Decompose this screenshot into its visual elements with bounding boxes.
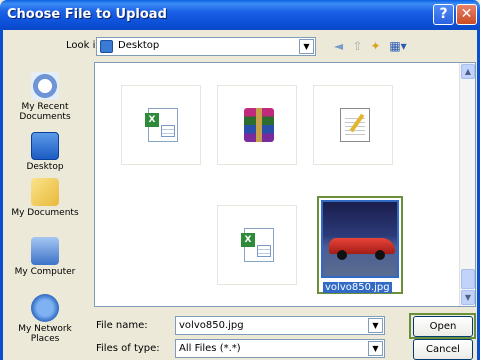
my-documents-icon — [31, 178, 59, 206]
network-places-icon — [31, 294, 59, 322]
open-button[interactable]: Open — [413, 316, 473, 337]
help-button[interactable]: ? — [433, 4, 454, 25]
chevron-down-icon[interactable]: ▼ — [368, 341, 383, 356]
recent-documents-icon — [31, 72, 59, 100]
place-my-computer[interactable]: My Computer — [6, 237, 84, 277]
file-item[interactable] — [313, 85, 393, 165]
place-label: My Recent Documents — [19, 102, 71, 122]
file-name-field[interactable]: volvo850.jpg ▼ — [175, 316, 385, 335]
place-my-network-places[interactable]: My Network Places — [6, 294, 84, 344]
place-label: My Network Places — [18, 324, 72, 344]
place-my-recent-documents[interactable]: My Recent Documents — [6, 72, 84, 122]
close-button[interactable]: ✕ — [456, 4, 477, 25]
place-label: My Documents — [11, 208, 79, 218]
file-item[interactable]: X — [217, 205, 297, 285]
window-title: Choose File to Upload — [7, 7, 167, 22]
file-type-label: Files of type: — [96, 343, 160, 354]
desktop-folder-icon — [100, 40, 113, 53]
place-desktop[interactable]: Desktop — [6, 132, 84, 172]
file-name-value: volvo850.jpg — [179, 320, 244, 331]
file-name-label: File name: — [96, 320, 148, 331]
scroll-thumb[interactable] — [461, 269, 475, 289]
place-my-documents[interactable]: My Documents — [6, 178, 84, 218]
back-icon[interactable]: ◄ — [330, 38, 347, 55]
up-folder-icon[interactable]: ⇧ — [349, 38, 366, 55]
scroll-up-icon[interactable]: ▲ — [461, 64, 475, 79]
place-label: Desktop — [26, 162, 64, 172]
file-item-selected[interactable]: volvo850.jpg — [317, 196, 403, 294]
vertical-scrollbar[interactable]: ▲ ▼ — [459, 63, 475, 306]
views-menu-icon[interactable]: ▦▾ — [387, 38, 409, 55]
notepad-text-file-icon — [340, 108, 370, 142]
my-computer-icon — [31, 237, 59, 265]
scroll-down-icon[interactable]: ▼ — [461, 290, 475, 305]
chevron-down-icon[interactable]: ▼ — [299, 39, 314, 54]
file-item[interactable]: X — [121, 85, 201, 165]
file-type-value: All Files (*.*) — [179, 343, 241, 354]
places-bar: My Recent Documents Desktop My Documents… — [6, 62, 84, 352]
place-label: My Computer — [14, 267, 76, 277]
excel-file-icon: X — [241, 228, 274, 262]
jpeg-image-thumbnail — [321, 200, 399, 278]
title-bar[interactable]: Choose File to Upload ? ✕ — [0, 0, 480, 30]
chevron-down-icon[interactable]: ▼ — [368, 318, 383, 333]
file-name-caption: volvo850.jpg — [323, 282, 392, 293]
desktop-icon — [31, 132, 59, 160]
new-folder-icon[interactable]: ✦ — [367, 38, 384, 55]
file-type-dropdown[interactable]: All Files (*.*) ▼ — [175, 339, 385, 358]
look-in-value: Desktop — [118, 40, 160, 51]
file-list[interactable]: X X volvo850.jpg ▲ ▼ — [94, 62, 476, 307]
excel-file-icon: X — [145, 108, 178, 142]
winrar-archive-icon — [244, 108, 274, 142]
look-in-dropdown[interactable]: Desktop ▼ — [96, 37, 316, 56]
cancel-button[interactable]: Cancel — [413, 339, 473, 360]
file-item[interactable] — [217, 85, 297, 165]
